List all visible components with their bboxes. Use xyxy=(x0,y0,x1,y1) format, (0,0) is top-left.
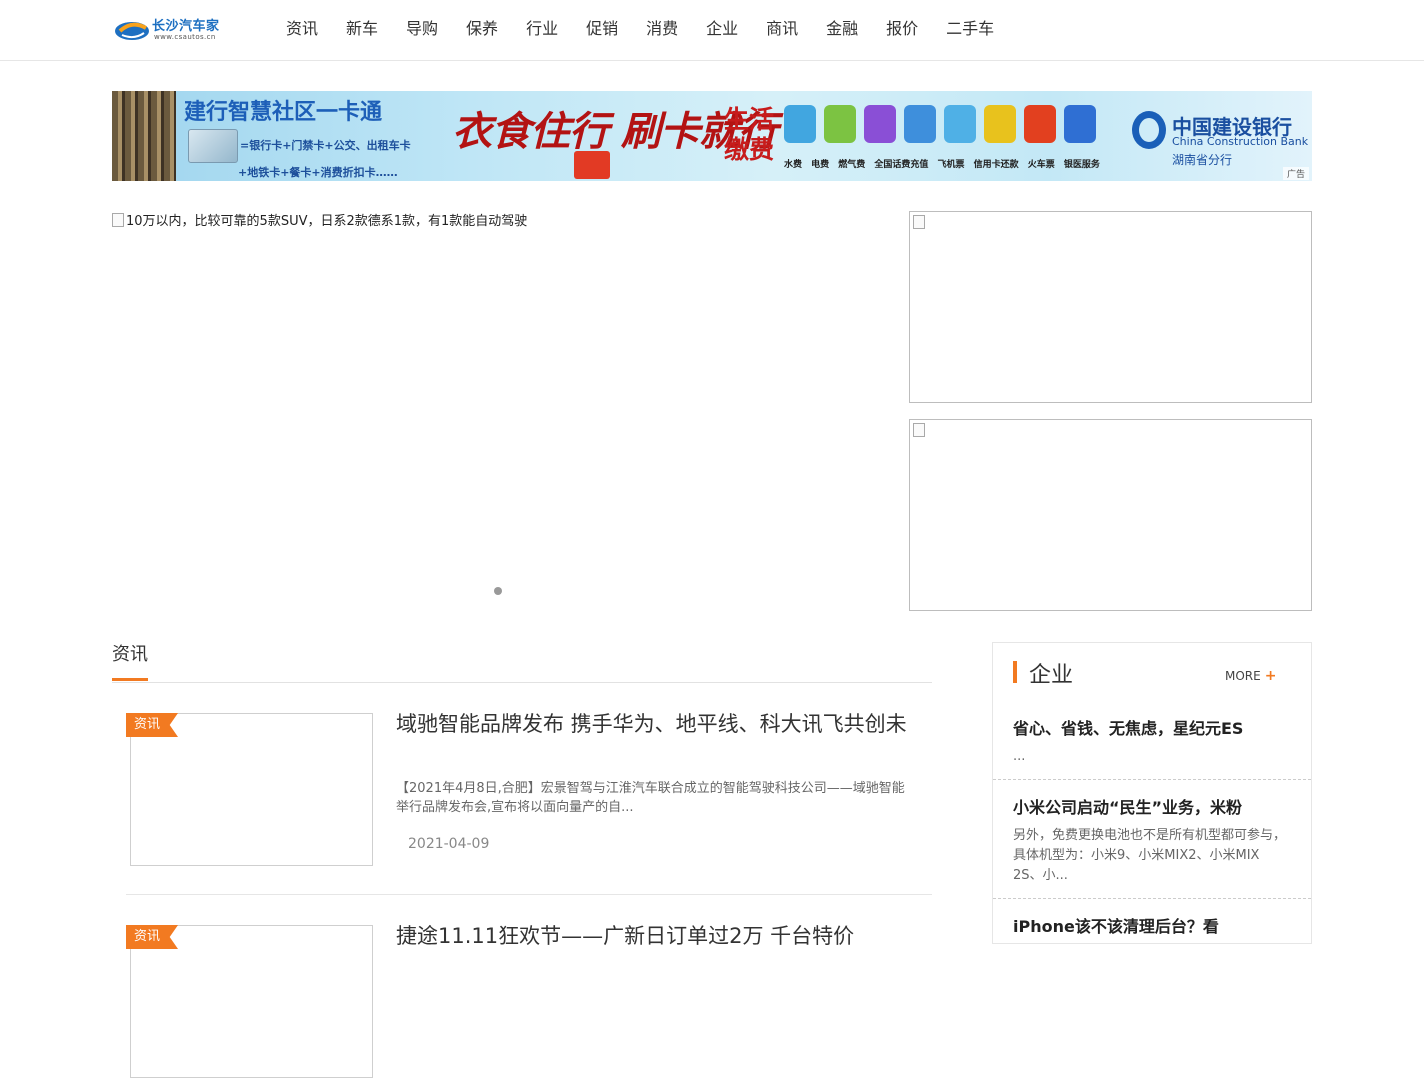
broken-image-icon xyxy=(112,213,124,227)
ad-banner[interactable]: 建行智慧社区一卡通 =银行卡+门禁卡+公交、出租车卡 +地铁卡+餐卡+消费折扣卡… xyxy=(112,91,1312,181)
panel-item: iPhone该不该清理后台？看 xyxy=(1013,913,1291,937)
panel-item-title[interactable]: iPhone该不该清理后台？看 xyxy=(1013,913,1291,937)
logo-car-icon xyxy=(115,22,149,40)
enterprise-panel: 企业 MORE + 省心、省钱、无焦虑，星纪元ES ... 小米公司启动“民生”业… xyxy=(992,642,1312,944)
plus-icon: + xyxy=(1264,668,1277,684)
nav-item-buying-guide[interactable]: 导购 xyxy=(392,0,452,60)
bank-branch: 湖南省分行 xyxy=(1172,153,1233,167)
slide-image[interactable]: 10万以内，比较可靠的5款SUV，日系2款德系1款，有1款能自动驾驶 xyxy=(112,210,527,229)
service-labels: 水费 电费 燃气费 全国话费充值 飞机票 信用卡还款 火车票 银医服务 xyxy=(784,160,1100,170)
article-date: 2021-04-09 xyxy=(408,836,490,852)
ccb-logo-icon xyxy=(1132,111,1166,149)
more-label: MORE xyxy=(1225,669,1261,683)
train-icon xyxy=(1024,105,1056,143)
banner-building-image xyxy=(112,91,176,181)
banner-line-1: =银行卡+门禁卡+公交、出租车卡 xyxy=(240,139,411,152)
plane-icon xyxy=(944,105,976,143)
side-image-bottom[interactable] xyxy=(909,419,1312,611)
nav-item-maintenance[interactable]: 保养 xyxy=(452,0,512,60)
nav-item-promotions[interactable]: 促销 xyxy=(572,0,632,60)
bulb-icon xyxy=(824,105,856,143)
water-icon xyxy=(784,105,816,143)
panel-item-title[interactable]: 小米公司启动“民生”业务，米粉 xyxy=(1013,794,1291,818)
medical-icon xyxy=(1064,105,1096,143)
news-section-title: 资讯 xyxy=(112,644,148,665)
news-section-header: 资讯 xyxy=(112,636,932,683)
bank-card-icon xyxy=(188,129,238,163)
panel-item-desc: ... xyxy=(1013,749,1026,764)
phone-icon xyxy=(904,105,936,143)
slider-dot[interactable] xyxy=(494,587,502,595)
broken-image-icon xyxy=(913,215,925,229)
panel-divider xyxy=(993,898,1311,899)
slide-image-alt: 10万以内，比较可靠的5款SUV，日系2款德系1款，有1款能自动驾驶 xyxy=(126,214,528,229)
nav-item-business-news[interactable]: 商讯 xyxy=(752,0,812,60)
ad-label: 广告 xyxy=(1282,167,1309,180)
bank-name-en: China Construction Bank xyxy=(1172,135,1309,148)
service-icons xyxy=(784,105,1096,143)
nav-item-industry[interactable]: 行业 xyxy=(512,0,572,60)
nav-item-used-cars[interactable]: 二手车 xyxy=(932,0,1008,60)
article-title[interactable]: 域驰智能品牌发布 携手华为、地平线、科大讯飞共创未 xyxy=(396,711,916,738)
logo-text: 长沙汽车家 xyxy=(152,19,220,34)
top-bar: 长沙汽车家 www.csautos.cn 资讯 新车 导购 保养 行业 促销 消… xyxy=(0,0,1424,61)
broken-image-icon xyxy=(913,423,925,437)
panel-item-desc: 另外，免费更换电池也不是所有机型都可参与，具体机型为：小米9、小米MIX2、小米… xyxy=(1013,828,1287,883)
panel-title-bar xyxy=(1013,661,1017,683)
article-description: 【2021年4月8日,合肥】宏景智驾与江淮汽车联合成立的智能驾驶科技公司——域驰… xyxy=(396,781,905,815)
section-underline xyxy=(112,678,148,681)
panel-item: 省心、省钱、无焦虑，星纪元ES ... xyxy=(1013,715,1291,767)
nav-item-finance[interactable]: 金融 xyxy=(812,0,872,60)
article-divider xyxy=(126,894,932,895)
side-image-top[interactable] xyxy=(909,211,1312,403)
panel-divider xyxy=(993,779,1311,780)
logo-url: www.csautos.cn xyxy=(154,33,216,41)
nav-item-news[interactable]: 资讯 xyxy=(272,0,332,60)
site-logo[interactable]: 长沙汽车家 www.csautos.cn xyxy=(114,14,244,46)
article-title[interactable]: 捷途11.11狂欢节——广新日订单过2万 千台特价 xyxy=(396,923,916,950)
panel-item-title[interactable]: 省心、省钱、无焦虑，星纪元ES xyxy=(1013,715,1291,739)
banner-title: 建行智慧社区一卡通 xyxy=(184,100,383,125)
panel-title: 企业 xyxy=(1029,663,1074,688)
banner-line-2: +地铁卡+餐卡+消费折扣卡…… xyxy=(238,166,398,179)
nav-item-new-cars[interactable]: 新车 xyxy=(332,0,392,60)
nav-item-consumer[interactable]: 消费 xyxy=(632,0,692,60)
flame-icon xyxy=(864,105,896,143)
nav-item-enterprise[interactable]: 企业 xyxy=(692,0,752,60)
credit-card-icon xyxy=(984,105,1016,143)
panel-item: 小米公司启动“民生”业务，米粉 另外，免费更换电池也不是所有机型都可参与，具体机… xyxy=(1013,794,1291,886)
main-nav: 资讯 新车 导购 保养 行业 促销 消费 企业 商讯 金融 报价 二手车 xyxy=(272,0,1008,60)
main-slider[interactable]: 10万以内，比较可靠的5款SUV，日系2款德系1款，有1款能自动驾驶 xyxy=(112,207,885,607)
more-link[interactable]: MORE + xyxy=(1225,668,1276,684)
nav-item-prices[interactable]: 报价 xyxy=(872,0,932,60)
gift-icon xyxy=(574,151,610,179)
banner-life-pay: 生活缴费 xyxy=(724,105,775,164)
